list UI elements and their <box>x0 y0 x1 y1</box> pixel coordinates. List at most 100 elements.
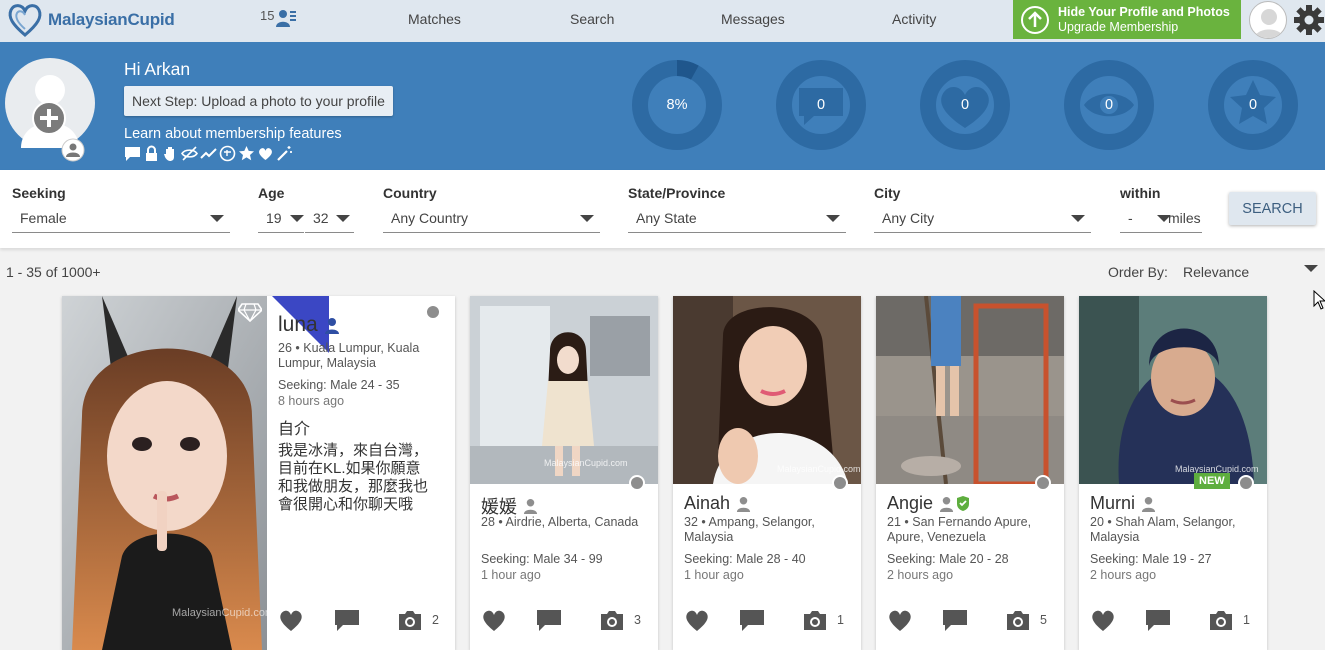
messages-count: 0 <box>816 97 826 113</box>
chevron-down-icon <box>826 215 840 222</box>
views-stat[interactable]: 0 <box>1064 60 1154 150</box>
profile-seeking: Seeking: Male 20 - 28 <box>887 552 1009 566</box>
profile-last-active: 2 hours ago <box>1090 568 1157 582</box>
state-label: State/Province <box>628 185 726 201</box>
photo-count: 1 <box>1243 613 1250 627</box>
country-select[interactable]: Any Country <box>383 207 600 233</box>
seeking-select[interactable]: Female <box>12 207 230 233</box>
favorites-stat[interactable]: 0 <box>1208 60 1298 150</box>
chevron-down-icon <box>336 215 350 222</box>
hearts-icon <box>259 148 272 160</box>
magic-wand-icon <box>277 146 292 161</box>
seeking-value: Female <box>20 210 67 226</box>
profile-photo[interactable] <box>876 296 1064 484</box>
bio-text: 我是冰清，來自台灣，目前在KL.如果你願意和我做朋友，那麼我也會很開心和你聊天哦 <box>278 442 429 513</box>
lock-icon <box>146 145 157 161</box>
heart-icon[interactable] <box>278 608 304 632</box>
camera-icon[interactable] <box>599 609 625 631</box>
profile-photo[interactable]: MalaysianCupid.com <box>62 296 267 650</box>
greeting: Hi Arkan <box>124 59 191 79</box>
age-min-select[interactable]: 19 <box>258 207 304 233</box>
profile-card-featured[interactable]: MalaysianCupid.com luna 26 • Kuala Lumpu… <box>62 296 455 650</box>
next-step-button[interactable]: Next Step: Upload a photo to your profil… <box>124 86 393 116</box>
heart-icon[interactable] <box>887 608 913 632</box>
seeking-label: Seeking <box>12 185 66 201</box>
profile-photo-image <box>876 296 1064 484</box>
profile-name[interactable]: Murni <box>1090 493 1135 514</box>
search-button[interactable]: SEARCH <box>1229 192 1316 225</box>
trend-icon <box>200 148 217 159</box>
message-icon[interactable] <box>942 608 968 632</box>
hand-icon <box>164 147 174 161</box>
state-field: State/Province Any State <box>628 185 846 233</box>
camera-icon[interactable] <box>802 609 828 631</box>
user-avatar[interactable] <box>1249 1 1287 39</box>
nav-search[interactable]: Search <box>570 11 614 27</box>
profile-photo[interactable]: MalaysianCupid.com <box>470 296 658 484</box>
card-actions: 3 <box>481 608 641 632</box>
translate-icon <box>219 145 236 162</box>
seeking-field: Seeking Female <box>12 185 230 233</box>
profile-photo[interactable]: MalaysianCupid.com <box>673 296 861 484</box>
chevron-down-icon[interactable] <box>1304 265 1318 272</box>
order-by-select[interactable]: Relevance <box>1183 264 1249 280</box>
profile-card[interactable]: MalaysianCupid.com NEW Murni 20 • Shah A… <box>1079 296 1267 650</box>
name-row: Ainah <box>684 493 751 514</box>
profile-details: 26 • Kuala Lumpur, Kuala Lumpur, Malaysi… <box>278 341 420 370</box>
add-photo-icon[interactable] <box>31 100 67 136</box>
within-unit: miles <box>1168 210 1201 226</box>
message-icon[interactable] <box>739 608 765 632</box>
state-select[interactable]: Any State <box>628 207 846 233</box>
age-field: Age 19 32 <box>258 185 354 233</box>
top-nav: MalaysianCupid 15 Matches Search Message… <box>0 0 1325 42</box>
city-select[interactable]: Any City <box>874 207 1091 233</box>
profile-completion-ring[interactable]: 8% <box>632 60 722 150</box>
heart-icon[interactable] <box>481 608 507 632</box>
users-icon <box>276 10 297 27</box>
gear-icon[interactable] <box>1293 4 1325 36</box>
nav-messages[interactable]: Messages <box>721 11 785 27</box>
within-label: within <box>1120 185 1161 201</box>
photo-watermark: MalaysianCupid.com <box>544 458 628 468</box>
learn-membership-link[interactable]: Learn about membership features <box>124 126 342 142</box>
within-select[interactable]: - miles <box>1120 207 1202 233</box>
age-max-select[interactable]: 32 <box>305 207 354 233</box>
profile-name[interactable]: Angie <box>887 493 933 514</box>
likes-stat[interactable]: 0 <box>920 60 1010 150</box>
message-icon[interactable] <box>334 608 360 632</box>
heart-icon[interactable] <box>684 608 710 632</box>
upgrade-membership-button[interactable]: Hide Your Profile and Photos Upgrade Mem… <box>1013 0 1241 39</box>
profile-card[interactable]: MalaysianCupid.com 媛媛 28 • Airdrie, Albe… <box>470 296 658 650</box>
profile-details: 20 • Shah Alam, Selangor, Malaysia <box>1090 515 1236 544</box>
profile-seeking: Seeking: Male 19 - 27 <box>1090 552 1212 566</box>
profile-seeking: Seeking: Male 24 - 35 <box>278 378 400 392</box>
profile-card[interactable]: Angie 21 • San Fernando Apure, Apure, Ve… <box>876 296 1064 650</box>
profile-photo-placeholder[interactable] <box>5 58 95 162</box>
favorites-count: 0 <box>1248 97 1258 113</box>
default-avatar-icon <box>1254 9 1284 38</box>
message-icon[interactable] <box>1145 608 1171 632</box>
card-actions: 1 <box>684 608 844 632</box>
profile-card[interactable]: MalaysianCupid.com Ainah 32 • Ampang, Se… <box>673 296 861 650</box>
user-icon <box>523 498 538 514</box>
profile-name[interactable]: luna <box>278 313 318 337</box>
photo-watermark: MalaysianCupid.com <box>172 607 267 619</box>
city-value: Any City <box>882 210 935 226</box>
mouse-cursor-icon <box>1313 290 1325 310</box>
message-icon[interactable] <box>536 608 562 632</box>
profile-name[interactable]: Ainah <box>684 493 730 514</box>
profile-photo[interactable]: MalaysianCupid.com <box>1079 296 1267 484</box>
within-value: - <box>1128 210 1133 226</box>
nav-activity[interactable]: Activity <box>892 11 936 27</box>
camera-icon[interactable] <box>1208 609 1234 631</box>
connections-badge[interactable]: 15 <box>260 8 297 28</box>
nav-matches[interactable]: Matches <box>408 11 461 27</box>
heart-icon[interactable] <box>1090 608 1116 632</box>
age-min-value: 19 <box>266 210 282 226</box>
camera-icon[interactable] <box>397 609 423 631</box>
messages-stat[interactable]: 0 <box>776 60 866 150</box>
camera-icon[interactable] <box>1005 609 1031 631</box>
user-icon <box>736 496 751 512</box>
user-icon <box>1141 496 1156 512</box>
brand-logo[interactable]: MalaysianCupid <box>6 2 175 38</box>
